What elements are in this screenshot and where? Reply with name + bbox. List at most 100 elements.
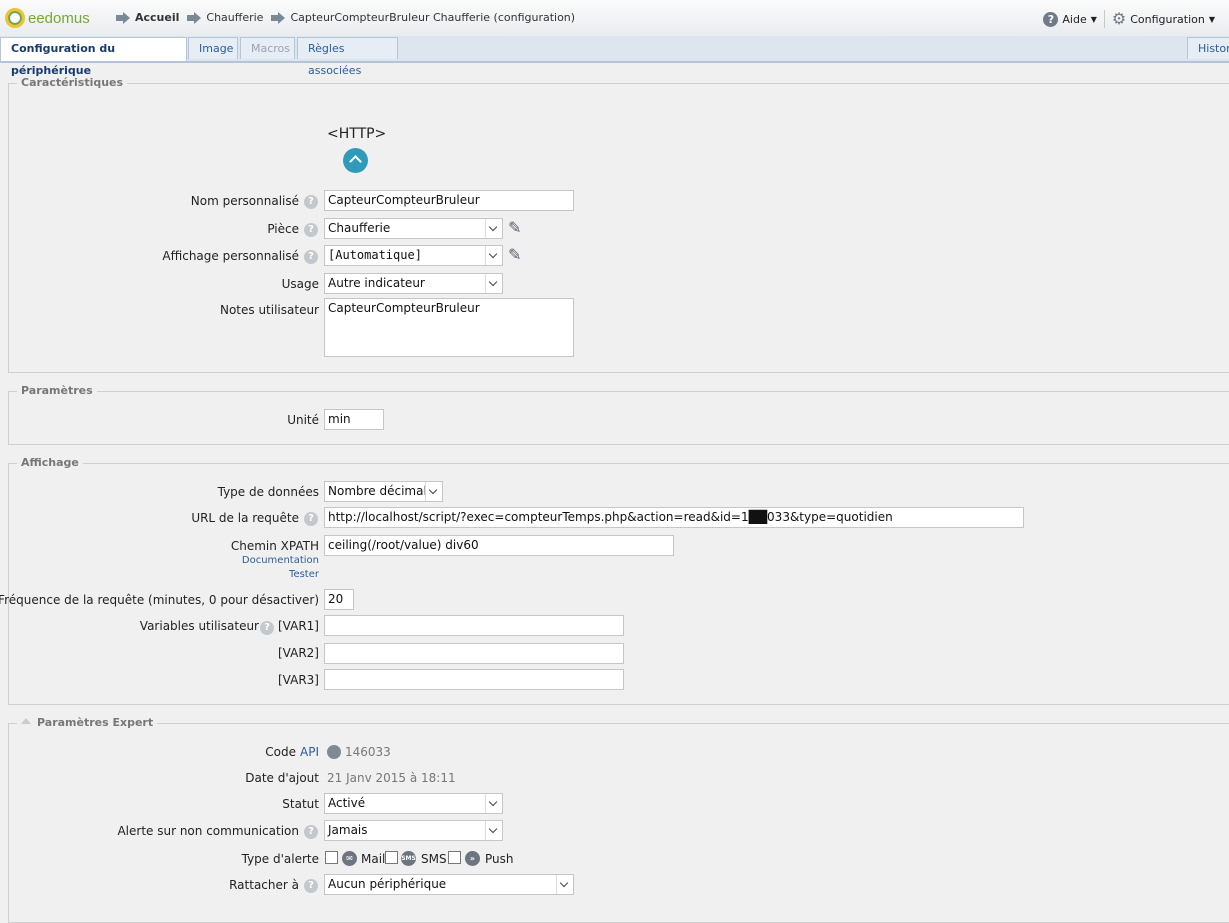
divider	[1103, 10, 1105, 28]
rattacher-value: Aucun périphérique	[328, 877, 447, 891]
affichage-perso-value: [Automatique]	[328, 248, 422, 262]
api-link[interactable]: API	[300, 745, 319, 759]
breadcrumb-current: CapteurCompteurBruleur Chaufferie (confi…	[290, 11, 576, 24]
nom-label: Nom personnalisé	[190, 194, 299, 208]
help-menu[interactable]: Aide	[1062, 13, 1086, 26]
help-icon[interactable]: ?	[304, 825, 318, 839]
var3-label: [VAR3]	[278, 673, 319, 687]
chevron-down-icon	[485, 821, 502, 840]
chevron-down-icon	[485, 274, 502, 293]
push-checkbox[interactable]	[448, 851, 461, 864]
notes-textarea[interactable]: CapteurCompteurBruleur	[324, 298, 574, 357]
chevron-down-icon	[556, 875, 573, 894]
tab-macros[interactable]: Macros	[240, 37, 295, 59]
sms-checkbox[interactable]	[385, 851, 398, 864]
code-value: 146033	[345, 745, 391, 759]
affichage-perso-label: Affichage personnalisé	[162, 249, 299, 263]
usage-label: Usage	[281, 277, 319, 291]
chevron-down-icon	[425, 482, 442, 501]
url-input[interactable]: http://localhost/script/?exec=compteurTe…	[324, 507, 1024, 528]
section-legend: Paramètres	[17, 384, 97, 397]
date-label: Date d'ajout	[245, 771, 319, 785]
var2-input[interactable]	[324, 643, 624, 664]
push-icon: »	[465, 851, 480, 866]
device-type-title: <HTTP>	[327, 126, 387, 142]
var3-input[interactable]	[324, 669, 624, 690]
gear-icon: ⚙	[1111, 9, 1127, 28]
piece-value: Chaufferie	[328, 221, 391, 235]
xpath-input[interactable]: ceiling(/root/value) div60	[324, 535, 674, 556]
var2-label: [VAR2]	[278, 646, 319, 660]
caret-down-icon: ▼	[1208, 14, 1215, 24]
help-icon[interactable]: ?	[304, 879, 318, 893]
tab-image[interactable]: Image	[188, 37, 238, 59]
collapse-triangle-icon	[21, 718, 31, 724]
var1-input[interactable]	[324, 615, 624, 636]
top-bar: eedomus Accueil Chaufferie CapteurCompte…	[0, 0, 1229, 37]
tab-history[interactable]: Historiq	[1187, 37, 1229, 59]
arrow-right-icon	[187, 11, 202, 24]
documentation-link[interactable]: Documentation	[242, 555, 319, 566]
var1-label: [VAR1]	[278, 619, 319, 633]
xpath-label: Chemin XPATH	[230, 539, 319, 553]
notes-label: Notes utilisateur	[219, 303, 319, 317]
sms-icon: SMS	[401, 851, 416, 866]
frequence-label: Fréquence de la requête (minutes, 0 pour…	[0, 593, 319, 607]
tab-rules[interactable]: Règles associées	[297, 37, 398, 77]
piece-label: Pièce	[267, 222, 299, 236]
push-label: Push	[485, 852, 514, 866]
section-parametres: Paramètres	[8, 384, 1229, 445]
mail-label: Mail	[361, 852, 386, 866]
help-icon[interactable]: ?	[304, 512, 318, 526]
nom-input[interactable]: CapteurCompteurBruleur	[324, 190, 574, 211]
expert-legend-text: Paramètres Expert	[37, 716, 154, 729]
logo-icon	[5, 8, 25, 28]
eedomus-logo[interactable]: eedomus	[5, 8, 90, 28]
tab-configuration[interactable]: Configuration du périphérique	[0, 37, 187, 77]
chevron-down-icon	[485, 794, 502, 813]
alerte-value: Jamais	[328, 823, 368, 837]
key-icon	[327, 745, 341, 759]
logo-text: eedomus	[28, 9, 90, 27]
piece-select[interactable]: Chaufferie	[324, 218, 503, 239]
statut-label: Statut	[282, 797, 319, 811]
usage-value: Autre indicateur	[328, 276, 425, 290]
section-legend: Affichage	[17, 456, 83, 469]
sms-label: SMS	[421, 852, 447, 866]
statut-select[interactable]: Activé	[324, 793, 503, 814]
type-donnees-label: Type de données	[217, 485, 319, 499]
rattacher-select[interactable]: Aucun périphérique	[324, 874, 574, 895]
url-label: URL de la requête	[191, 511, 299, 525]
help-icon[interactable]: ?	[304, 250, 318, 264]
help-icon[interactable]: ?	[304, 195, 318, 209]
type-donnees-value: Nombre décimal	[328, 484, 427, 498]
header-menu: ? Aide ▼ ⚙ Configuration ▼	[1043, 10, 1215, 28]
mail-icon: ✉	[342, 851, 357, 866]
edit-pencil-icon[interactable]: ✎	[508, 247, 524, 263]
edit-pencil-icon[interactable]: ✎	[508, 220, 524, 236]
breadcrumb-home[interactable]: Accueil	[135, 11, 179, 24]
collapse-up-icon[interactable]	[343, 148, 368, 173]
breadcrumb-room[interactable]: Chaufferie	[206, 11, 263, 24]
frequence-input[interactable]: 20	[324, 589, 354, 610]
mail-checkbox[interactable]	[325, 851, 338, 864]
tester-link[interactable]: Tester	[289, 569, 319, 580]
section-caracteristiques: Caractéristiques	[8, 76, 1229, 373]
help-icon[interactable]: ?	[304, 223, 318, 237]
chevron-down-icon	[485, 246, 502, 265]
type-alerte-label: Type d'alerte	[241, 852, 319, 866]
help-icon[interactable]: ?	[260, 621, 274, 635]
section-legend: Caractéristiques	[17, 76, 128, 89]
alerte-select[interactable]: Jamais	[324, 820, 503, 841]
type-donnees-select[interactable]: Nombre décimal	[324, 481, 443, 502]
configuration-menu[interactable]: Configuration	[1130, 13, 1205, 26]
arrow-right-icon	[116, 11, 130, 24]
unite-input[interactable]: min	[324, 409, 384, 430]
help-icon: ?	[1043, 11, 1059, 27]
usage-select[interactable]: Autre indicateur	[324, 273, 503, 294]
section-expert: Paramètres Expert	[8, 716, 1229, 923]
variables-label: Variables utilisateur	[139, 619, 259, 633]
section-legend[interactable]: Paramètres Expert	[17, 716, 158, 729]
affichage-perso-select[interactable]: [Automatique]	[324, 245, 503, 266]
tab-bar: Configuration du périphérique Image Macr…	[0, 36, 1229, 77]
